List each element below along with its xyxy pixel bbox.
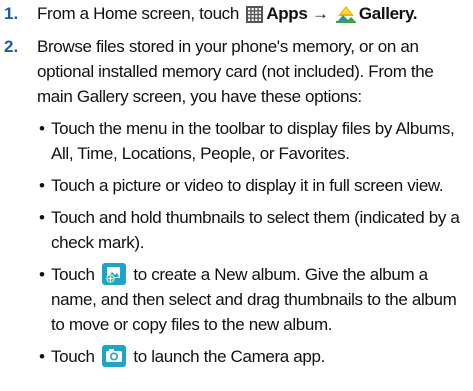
touch-word: Touch — [51, 347, 95, 366]
bullet-glyph: • — [39, 347, 45, 366]
step-text: From a Home screen, touch Apps → Gallery… — [37, 1, 473, 26]
bullet-glyph: • — [39, 265, 45, 284]
bullet-text: Touch and hold thumbnails to select them… — [51, 208, 460, 252]
apps-grid-icon — [246, 6, 264, 23]
gallery-icon — [335, 4, 356, 23]
bullet-glyph: • — [39, 176, 45, 195]
step-suffix: . — [412, 4, 418, 23]
bullet-glyph: • — [39, 119, 45, 138]
list-item: • Touch to launch the Camera app. — [37, 344, 473, 369]
bullet-text: Touch to launch the Camera app. — [51, 344, 473, 369]
step-1: 1. From a Home screen, touch Apps → Gall… — [0, 1, 473, 26]
new-album-icon — [102, 263, 126, 285]
step-number: 2. — [4, 37, 19, 56]
list-item: • Touch a picture or video to display it… — [37, 173, 473, 198]
step-number: 1. — [4, 4, 19, 23]
bullet-text: Touch to create a New album. Give the al… — [51, 262, 473, 337]
step-prefix-text: From a Home screen, touch — [37, 4, 239, 23]
camera-icon — [102, 345, 126, 367]
bullet-rest-text: to launch the Camera app. — [133, 347, 325, 366]
options-list: • Touch the menu in the toolbar to displ… — [37, 116, 473, 369]
instructions-document: 1. From a Home screen, touch Apps → Gall… — [0, 0, 473, 369]
bullet-glyph: • — [39, 208, 45, 227]
bullet-text: Touch the menu in the toolbar to display… — [51, 119, 455, 163]
step-2: 2. Browse files stored in your phone's m… — [0, 34, 473, 369]
apps-label: Apps — [266, 4, 308, 23]
list-item: • Touch and hold thumbnails to select th… — [37, 205, 473, 255]
gallery-label: Gallery — [358, 4, 413, 23]
list-item: • Touch the menu in the toolbar to displ… — [37, 116, 473, 166]
arrow-glyph: → — [311, 4, 329, 23]
bullet-text: Touch a picture or video to display it i… — [51, 176, 444, 195]
touch-word: Touch — [51, 265, 95, 284]
step-text: Browse files stored in your phone's memo… — [37, 37, 434, 106]
list-item: • Touch to create a New album. Give the … — [37, 262, 473, 337]
